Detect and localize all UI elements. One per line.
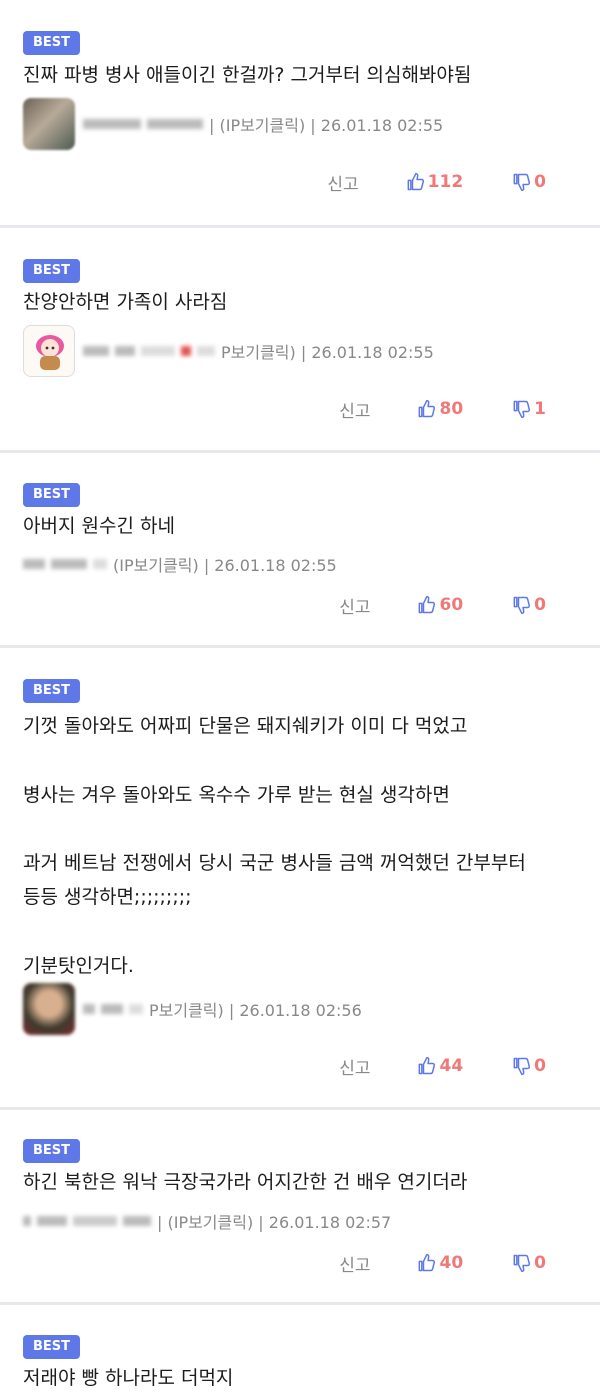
blurred-nickname[interactable] — [23, 559, 45, 569]
report-button[interactable]: 신고 — [339, 397, 370, 422]
dislike-button[interactable]: 0 — [511, 1253, 546, 1273]
like-count: 80 — [439, 399, 464, 419]
like-count: 112 — [427, 172, 464, 192]
comment-meta: P보기클릭) | 26.01.18 02:56 — [23, 983, 362, 1035]
thumbs-up-icon — [419, 1056, 436, 1075]
like-count: 40 — [439, 1253, 464, 1273]
anime-character-avatar-icon — [36, 335, 64, 370]
thumbs-down-icon — [513, 1254, 531, 1273]
best-badge: BEST — [23, 483, 80, 507]
comment-item: BEST 저래야 빵 하나라도 더먹지 — [0, 1302, 600, 1399]
comment-actions: 신고 112 0 — [327, 167, 546, 197]
like-button[interactable]: 112 — [405, 172, 464, 192]
thumbs-up-icon — [419, 595, 436, 614]
comment-info[interactable]: | (IP보기클릭) | 26.01.18 02:55 — [209, 112, 443, 136]
dislike-button[interactable]: 1 — [511, 399, 546, 419]
comment-actions: 신고 60 0 — [339, 590, 546, 620]
comment-text: 아버지 원수긴 하네 — [23, 515, 175, 537]
avatar[interactable] — [23, 98, 75, 150]
report-button[interactable]: 신고 — [327, 170, 358, 195]
comment-item: BEST 진짜 파병 병사 애들이긴 한걸까? 그거부터 의심해봐야됨 | (I… — [0, 0, 600, 225]
like-button[interactable]: 80 — [416, 399, 463, 419]
comment-item: BEST 아버지 원수긴 하네 (IP보기클릭) | 26.01.18 02:5… — [0, 450, 600, 645]
dislike-count: 0 — [534, 1056, 546, 1076]
blurred-nickname[interactable] — [23, 1216, 31, 1226]
like-count: 44 — [439, 1056, 464, 1076]
blurred-nickname[interactable] — [83, 119, 141, 129]
comment-text: 기껏 돌아와도 어짜피 단물은 돼지쉐키가 이미 다 먹었고 병사는 겨우 돌아… — [23, 715, 526, 978]
comment-meta: | (IP보기클릭) | 26.01.18 02:57 — [23, 1195, 391, 1247]
comment-info[interactable]: P보기클릭) | 26.01.18 02:56 — [149, 997, 362, 1021]
thumbs-down-icon — [513, 400, 531, 419]
dislike-button[interactable]: 0 — [511, 1056, 546, 1076]
comment-text: 진짜 파병 병사 애들이긴 한걸까? 그거부터 의심해봐야됨 — [23, 64, 472, 86]
like-count: 60 — [439, 595, 464, 615]
dislike-button[interactable]: 0 — [511, 172, 546, 192]
comment-text: 찬양안하면 가족이 사라짐 — [23, 291, 228, 313]
comment-info[interactable]: P보기클릭) | 26.01.18 02:55 — [221, 339, 434, 363]
blurred-nickname[interactable] — [83, 346, 109, 356]
dislike-count: 0 — [534, 172, 546, 192]
comment-actions: 신고 40 0 — [339, 1248, 546, 1278]
comment-meta: (IP보기클릭) | 26.01.18 02:55 — [23, 538, 337, 590]
comment-item: BEST 찬양안하면 가족이 사라짐 P보기클릭) | 26.01.18 02:… — [0, 225, 600, 450]
report-button[interactable]: 신고 — [339, 1054, 370, 1079]
comment-text: 하긴 북한은 워낙 극장국가라 어지간한 건 배우 연기더라 — [23, 1171, 468, 1193]
thumbs-down-icon — [513, 1057, 531, 1076]
comment-info[interactable]: | (IP보기클릭) | 26.01.18 02:57 — [157, 1209, 391, 1233]
thumbs-down-icon — [513, 596, 531, 615]
comment-meta: | (IP보기클릭) | 26.01.18 02:55 — [23, 98, 443, 150]
best-badge: BEST — [23, 1335, 80, 1359]
comment-text: 저래야 빵 하나라도 더먹지 — [23, 1367, 234, 1389]
like-button[interactable]: 40 — [416, 1253, 463, 1273]
thumbs-up-icon — [419, 399, 436, 418]
comment-item: BEST 하긴 북한은 워낙 극장국가라 어지간한 건 배우 연기더라 | (I… — [0, 1107, 600, 1302]
dislike-count: 1 — [534, 399, 546, 419]
avatar[interactable] — [23, 325, 75, 377]
dislike-button[interactable]: 0 — [511, 595, 546, 615]
comment-info[interactable]: (IP보기클릭) | 26.01.18 02:55 — [113, 552, 337, 576]
like-button[interactable]: 44 — [416, 1056, 463, 1076]
report-button[interactable]: 신고 — [339, 593, 370, 618]
thumbs-up-icon — [419, 1253, 436, 1272]
comment-actions: 신고 44 0 — [339, 1051, 546, 1081]
blurred-nickname[interactable] — [83, 1004, 95, 1014]
best-badge: BEST — [23, 1139, 80, 1163]
like-button[interactable]: 60 — [416, 595, 463, 615]
report-button[interactable]: 신고 — [339, 1251, 370, 1276]
avatar[interactable] — [23, 983, 75, 1035]
dislike-count: 0 — [534, 1253, 546, 1273]
best-badge: BEST — [23, 259, 80, 283]
comment-meta: P보기클릭) | 26.01.18 02:55 — [23, 325, 434, 377]
thumbs-up-icon — [407, 172, 424, 191]
comment-actions: 신고 80 1 — [339, 394, 546, 424]
comment-item: BEST 기껏 돌아와도 어짜피 단물은 돼지쉐키가 이미 다 먹었고 병사는 … — [0, 645, 600, 1107]
best-badge: BEST — [23, 31, 80, 55]
best-badge: BEST — [23, 679, 80, 703]
dislike-count: 0 — [534, 595, 546, 615]
thumbs-down-icon — [513, 173, 531, 192]
